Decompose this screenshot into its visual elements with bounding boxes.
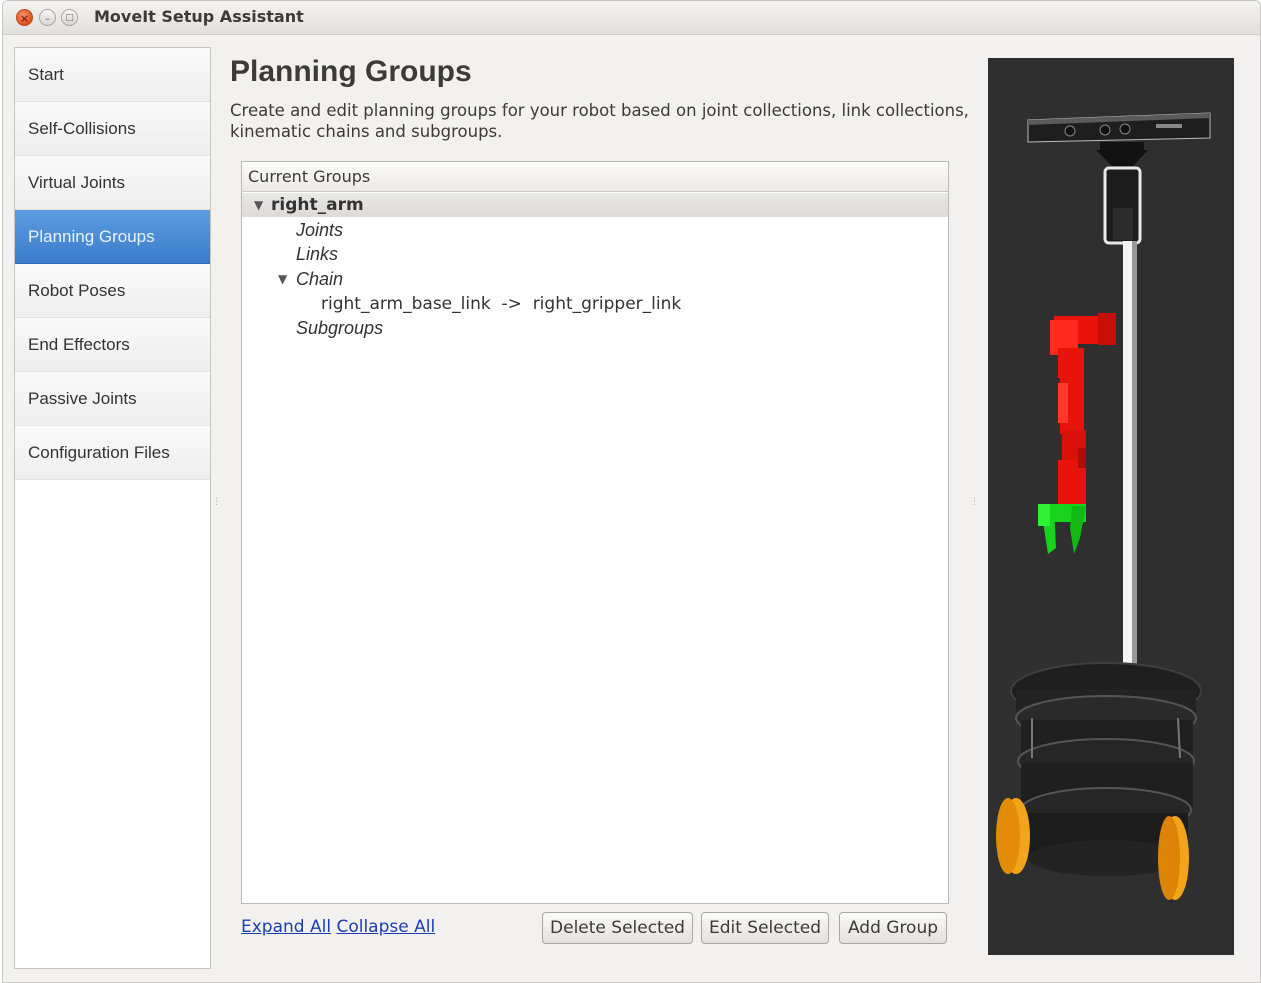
- tree-header: Current Groups: [242, 162, 948, 192]
- expand-arrow-icon[interactable]: ▼: [278, 267, 287, 291]
- chain-label: Chain: [296, 269, 344, 289]
- gripper-highlight: [1038, 504, 1086, 554]
- minimize-window-button[interactable]: –: [39, 9, 56, 26]
- sidebar-item-start[interactable]: Start: [15, 48, 210, 102]
- page-title: Planning Groups: [230, 55, 472, 88]
- tree-item-joints[interactable]: Joints: [242, 218, 948, 242]
- sidebar-item-virtual-joints[interactable]: Virtual Joints: [15, 156, 210, 210]
- tree-item-links[interactable]: Links: [242, 242, 948, 266]
- joints-label: Joints: [296, 220, 344, 240]
- sidebar-nav: Start Self-Collisions Virtual Joints Pla…: [14, 47, 211, 969]
- title-bar: × – □ MoveIt Setup Assistant: [3, 1, 1260, 35]
- expand-all-link[interactable]: Expand All: [241, 917, 331, 937]
- robot-model-render: [996, 112, 1211, 900]
- page-description: Create and edit planning groups for your…: [230, 101, 969, 141]
- head-mount: [1103, 166, 1142, 245]
- groups-tree[interactable]: Current Groups ▼ right_arm Joints Links …: [241, 161, 949, 904]
- tree-item-chain-value[interactable]: right_arm_base_link -> right_gripper_lin…: [242, 292, 948, 316]
- mast-pole: [1123, 241, 1137, 666]
- sidebar-item-planning-groups[interactable]: Planning Groups: [15, 210, 210, 264]
- chain-value: right_arm_base_link -> right_gripper_lin…: [321, 294, 682, 314]
- tree-item-group[interactable]: ▼ right_arm: [242, 193, 948, 217]
- expand-arrow-icon[interactable]: ▼: [254, 193, 263, 217]
- tree-item-subgroups[interactable]: Subgroups: [242, 316, 948, 340]
- collapse-all-link[interactable]: Collapse All: [336, 917, 435, 937]
- sidebar-item-robot-poses[interactable]: Robot Poses: [15, 264, 210, 318]
- window-title: MoveIt Setup Assistant: [94, 7, 304, 26]
- edit-selected-button[interactable]: Edit Selected: [701, 912, 829, 944]
- robot-3d-viewport[interactable]: [988, 58, 1234, 955]
- kinect-sensor: [1027, 112, 1211, 166]
- delete-selected-button[interactable]: Delete Selected: [542, 912, 693, 944]
- sidebar-item-passive-joints[interactable]: Passive Joints: [15, 372, 210, 426]
- sidebar-item-end-effectors[interactable]: End Effectors: [15, 318, 210, 372]
- close-window-button[interactable]: ×: [16, 9, 33, 26]
- links-label: Links: [296, 244, 339, 264]
- tree-link-bar: Expand All Collapse All: [241, 917, 435, 937]
- left-splitter-handle[interactable]: ⋮: [212, 498, 221, 507]
- right-splitter-handle[interactable]: ⋮: [970, 498, 979, 507]
- maximize-window-button[interactable]: □: [61, 9, 78, 26]
- group-name: right_arm: [271, 195, 364, 215]
- add-group-button[interactable]: Add Group: [839, 912, 947, 944]
- sidebar-item-self-collisions[interactable]: Self-Collisions: [15, 102, 210, 156]
- sidebar-item-configuration-files[interactable]: Configuration Files: [15, 426, 210, 480]
- right-arm-highlight: [1050, 313, 1116, 510]
- tree-item-chain[interactable]: ▼ Chain: [242, 267, 948, 291]
- subgroups-label: Subgroups: [296, 318, 384, 338]
